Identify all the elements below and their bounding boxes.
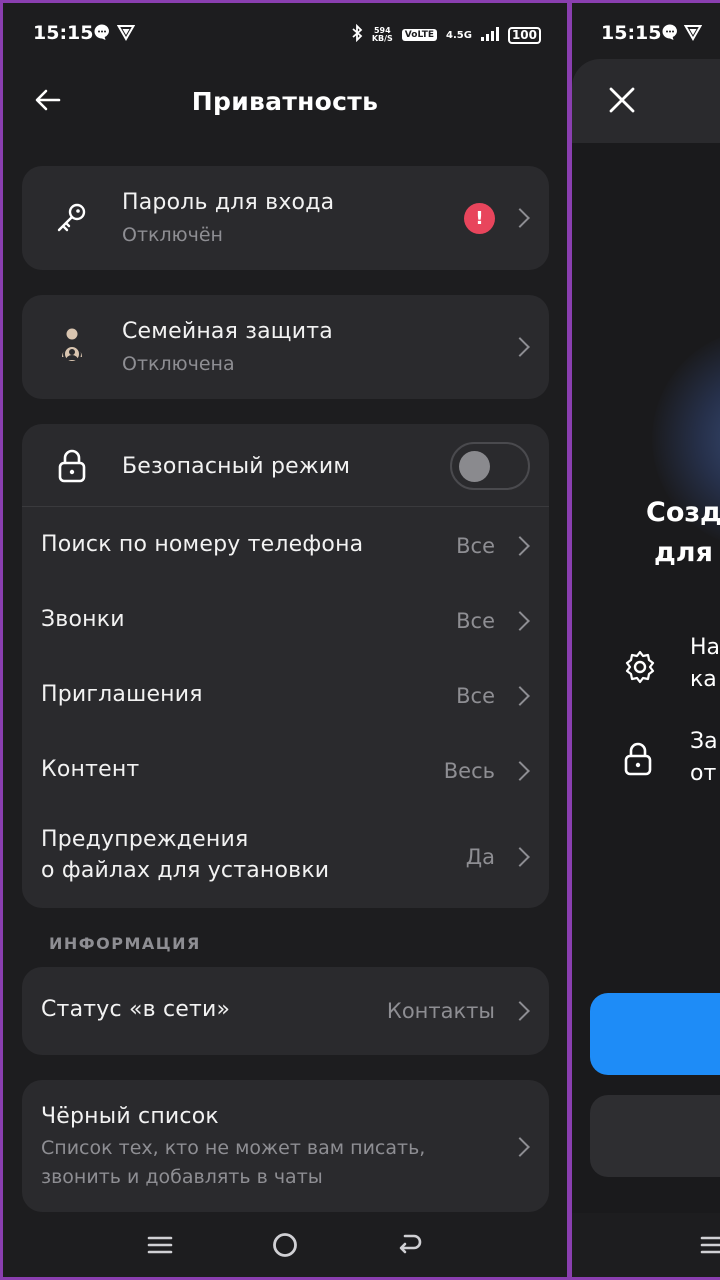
safe-mode-row[interactable]: Безопасный режим (22, 424, 549, 506)
lock-icon (622, 741, 658, 777)
install-warnings-value: Да (465, 845, 495, 869)
home-button[interactable] (265, 1225, 305, 1265)
phone-search-row[interactable]: Поиск по номеру телефона Все (22, 508, 549, 582)
safe-mode-toggle[interactable] (450, 442, 530, 490)
info-section-label: ИНФОРМАЦИЯ (49, 934, 201, 953)
sheet-title-line1: Созд (646, 497, 720, 528)
chevron-right-icon (510, 208, 530, 228)
signal-icon (480, 26, 499, 45)
network-type: 4.5G (446, 29, 472, 41)
online-status-value: Контакты (386, 999, 495, 1023)
login-password-status: Отключён (122, 224, 223, 246)
family-protection-row[interactable]: Семейная защита Отключена (22, 295, 549, 399)
calls-label: Звонки (41, 607, 125, 632)
key-icon (52, 198, 92, 238)
family-protection-card: Семейная защита Отключена (22, 295, 549, 399)
vpn-shield-icon (116, 23, 136, 45)
chevron-right-icon (510, 761, 530, 781)
close-icon (609, 87, 635, 113)
bluetooth-icon (351, 23, 363, 46)
sheet-title-line2: для (654, 537, 713, 568)
phone-search-label: Поиск по номеру телефона (41, 532, 364, 557)
login-password-card: Пароль для входа Отключён ! (22, 166, 549, 270)
invitations-label: Приглашения (41, 682, 203, 707)
install-warnings-row[interactable]: Предупреждения о файлах для установки Да (22, 812, 549, 906)
chat-notification-icon (661, 23, 679, 45)
online-status-label: Статус «в сети» (41, 997, 231, 1022)
blacklist-row[interactable]: Чёрный список Список тех, кто не может в… (22, 1080, 549, 1212)
blacklist-title: Чёрный список (41, 1104, 219, 1129)
top-bar: Приватность (3, 65, 567, 141)
battery-indicator: 100 (507, 26, 541, 44)
home-circle-icon (273, 1233, 297, 1257)
primary-action-button[interactable] (590, 993, 720, 1075)
menu-button[interactable] (140, 1225, 180, 1265)
vpn-shield-icon (683, 23, 703, 45)
content-label: Контент (41, 757, 140, 782)
online-status-card: Статус «в сети» Контакты (22, 967, 549, 1055)
lock-icon (52, 446, 92, 486)
login-password-title: Пароль для входа (122, 190, 335, 215)
system-nav-bar (572, 1213, 720, 1277)
status-right-group: 594 KB/S VoLTE 4.5G 100 (351, 23, 541, 46)
chevron-right-icon (510, 847, 530, 867)
blacklist-subtitle-line1: Список тех, кто не может вам писать, (41, 1137, 426, 1159)
status-bar: 15:15 594 KB/S VoLTE 4.5G 100 (3, 3, 567, 63)
secondary-action-button[interactable] (590, 1095, 720, 1177)
feature2-line2: от (690, 761, 717, 786)
safe-mode-title: Безопасный режим (122, 454, 351, 479)
invitations-row[interactable]: Приглашения Все (22, 659, 549, 733)
speed-unit: KB/S (371, 34, 393, 43)
gear-icon (622, 649, 658, 685)
create-password-screen: 15:15 Созд для На ка За от (572, 3, 720, 1277)
status-time: 15:15 (601, 22, 662, 44)
close-button[interactable] (605, 83, 639, 117)
invitations-value: Все (456, 684, 495, 708)
menu-icon (148, 1236, 173, 1254)
bottom-sheet: Созд для На ка За от (572, 59, 720, 1277)
calls-row[interactable]: Звонки Все (22, 584, 549, 658)
menu-button[interactable] (700, 1233, 720, 1261)
toggle-knob (459, 451, 490, 482)
install-warnings-label: Предупреждения (41, 827, 249, 852)
content-row[interactable]: Контент Весь (22, 734, 549, 808)
family-protection-status: Отключена (122, 353, 235, 375)
login-password-row[interactable]: Пароль для входа Отключён ! (22, 166, 549, 270)
volte-badge: VoLTE (401, 29, 437, 41)
feature1-line1: На (690, 635, 720, 660)
family-icon (52, 327, 92, 367)
online-status-row[interactable]: Статус «в сети» Контакты (22, 967, 549, 1055)
divider (22, 506, 549, 507)
calls-value: Все (456, 609, 495, 633)
feature1-line2: ка (690, 667, 717, 692)
chevron-right-icon (510, 686, 530, 706)
chevron-right-icon (510, 337, 530, 357)
chevron-right-icon (510, 536, 530, 556)
privacy-settings-card: Безопасный режим Поиск по номеру телефон… (22, 424, 549, 908)
privacy-screen: 15:15 594 KB/S VoLTE 4.5G 100 Приватност… (3, 3, 567, 1277)
blacklist-card: Чёрный список Список тех, кто не может в… (22, 1080, 549, 1212)
blacklist-subtitle-line2: звонить и добавлять в чаты (41, 1166, 323, 1188)
back-arrow-icon (399, 1234, 421, 1254)
phone-search-value: Все (456, 534, 495, 558)
family-protection-title: Семейная защита (122, 319, 333, 344)
alert-badge: ! (464, 203, 495, 234)
sheet-header (572, 59, 720, 143)
nav-back-button[interactable] (390, 1225, 430, 1265)
chevron-right-icon (510, 1137, 530, 1157)
network-speed: 594 KB/S (372, 27, 393, 43)
system-nav-bar (3, 1213, 567, 1277)
chat-notification-icon (93, 23, 111, 45)
content-value: Весь (443, 759, 495, 783)
chevron-right-icon (510, 1001, 530, 1021)
page-title: Приватность (191, 87, 379, 116)
chevron-right-icon (510, 611, 530, 631)
status-time: 15:15 (33, 22, 94, 44)
install-warnings-label-line2: о файлах для установки (41, 858, 330, 883)
feature2-line1: За (690, 729, 718, 754)
menu-icon (700, 1236, 720, 1254)
